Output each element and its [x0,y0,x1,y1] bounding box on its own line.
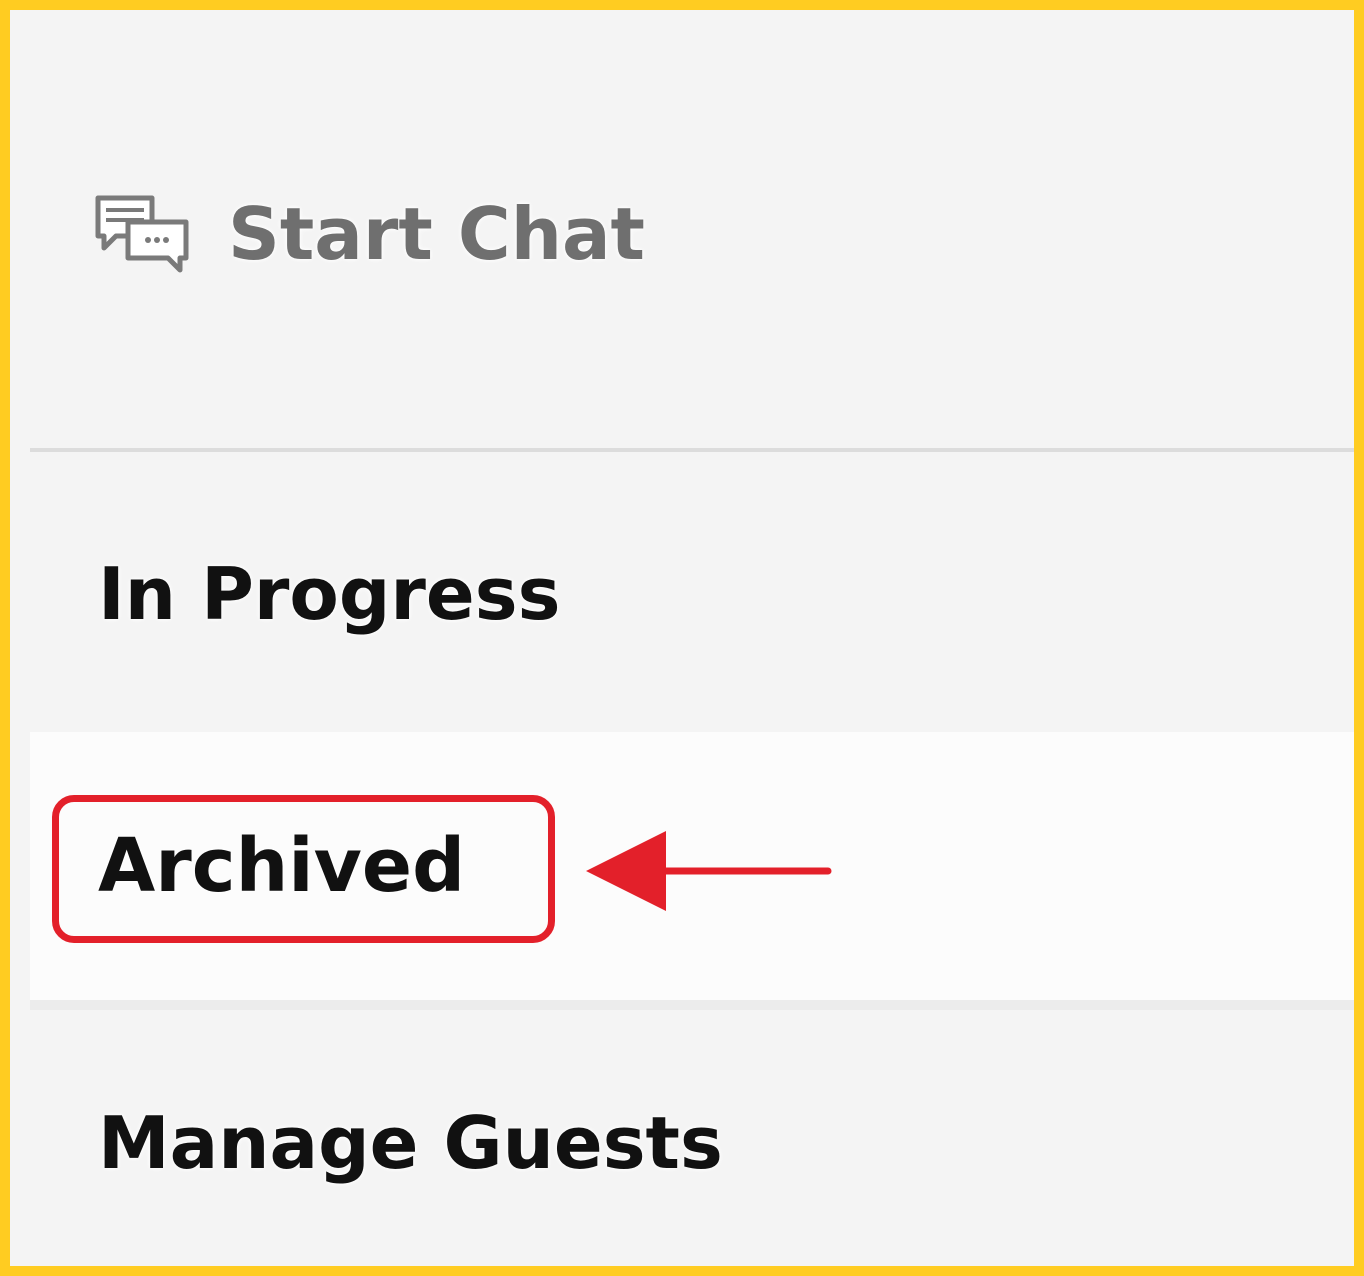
start-chat-label: Start Chat [228,192,645,276]
pointer-arrow-icon [586,831,832,911]
menu-item-in-progress[interactable]: In Progress [30,456,1354,732]
in-progress-label: In Progress [98,552,561,636]
menu-item-manage-guests[interactable]: Manage Guests [30,1010,1354,1266]
start-chat-button[interactable]: Start Chat [30,20,1354,452]
chat-bubbles-icon [94,192,190,276]
screenshot-frame: Start Chat In Progress Archived Manage G… [0,0,1364,1276]
manage-guests-label: Manage Guests [98,1101,723,1185]
highlight-box [52,795,555,943]
sidebar-menu: Start Chat In Progress Archived Manage G… [20,20,1354,1266]
